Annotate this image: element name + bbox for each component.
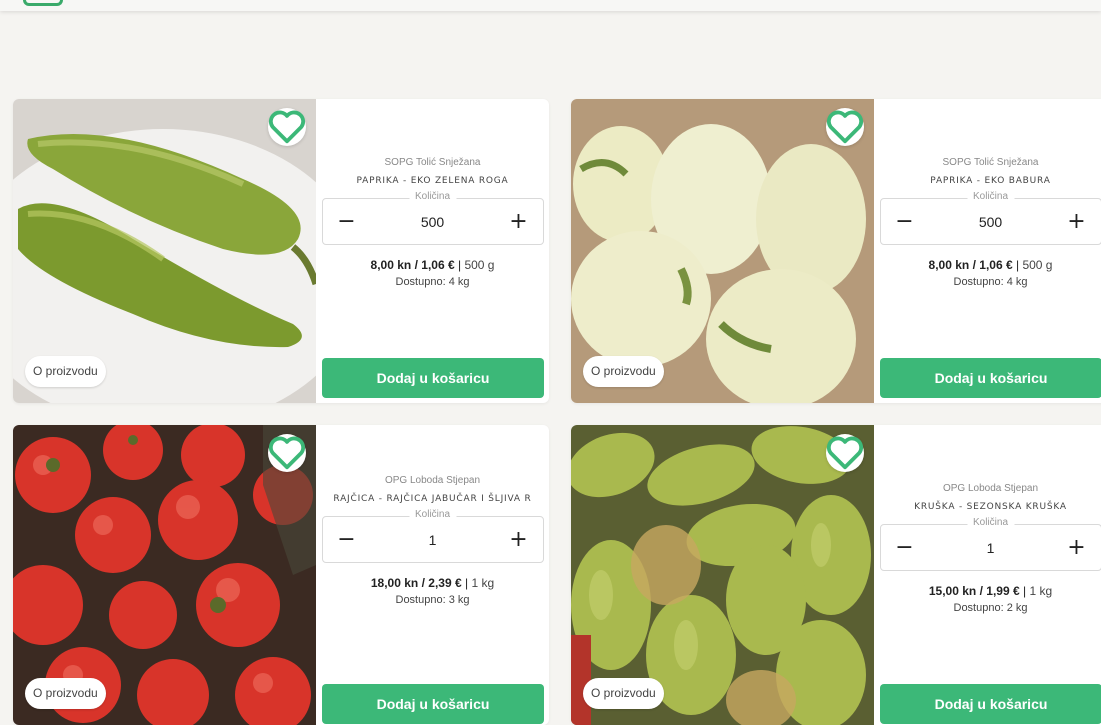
- quantity-label: Količina: [966, 191, 1015, 202]
- about-product-button[interactable]: O proizvodu: [25, 678, 106, 709]
- decrease-quantity-button[interactable]: −: [335, 210, 359, 233]
- increase-quantity-button[interactable]: +: [506, 210, 530, 233]
- product-info: SOPG Tolić Snježana PAPRIKA - EKO ZELENA…: [316, 99, 549, 403]
- quantity-stepper: Količina − 1 +: [321, 509, 544, 563]
- top-navbar: [0, 0, 1101, 11]
- favorite-button[interactable]: [826, 434, 864, 472]
- product-card: O proizvodu SOPG Tolić Snježana PAPRIKA …: [571, 99, 1101, 403]
- quantity-label: Količina: [966, 517, 1015, 528]
- price-unit: 500 g: [1022, 258, 1053, 272]
- product-name: KRUŠKA - SEZONSKA KRUŠKA: [914, 502, 1067, 512]
- add-to-cart-button[interactable]: Dodaj u košaricu: [880, 684, 1101, 724]
- quantity-value[interactable]: 500: [979, 214, 1002, 230]
- price-unit: 1 kg: [471, 576, 495, 590]
- price-kn: 8,00 kn: [370, 258, 412, 272]
- price-kn: 18,00 kn: [370, 576, 419, 590]
- about-product-button[interactable]: O proizvodu: [583, 678, 664, 709]
- product-card: O proizvodu OPG Loboda Stjepan RAJČICA -…: [13, 425, 549, 725]
- availability: Dostupno: 2 kg: [953, 602, 1028, 614]
- availability: Dostupno: 4 kg: [395, 276, 470, 288]
- product-card: O proizvodu OPG Loboda Stjepan KRUŠKA - …: [571, 425, 1101, 725]
- price-unit: 500 g: [464, 258, 495, 272]
- product-image-white-bell-peppers[interactable]: O proizvodu: [571, 99, 874, 403]
- product-name: PAPRIKA - EKO ZELENA ROGA: [356, 176, 509, 186]
- about-product-button[interactable]: O proizvodu: [583, 356, 664, 387]
- product-image-tomatoes[interactable]: O proizvodu: [13, 425, 316, 725]
- increase-quantity-button[interactable]: +: [1064, 536, 1088, 559]
- product-name: PAPRIKA - EKO BABURA: [930, 176, 1051, 186]
- add-to-cart-button[interactable]: Dodaj u košaricu: [880, 358, 1101, 398]
- product-info: OPG Loboda Stjepan KRUŠKA - SEZONSKA KRU…: [874, 425, 1101, 725]
- seller-name: OPG Loboda Stjepan: [384, 475, 481, 486]
- quantity-stepper: Količina − 500 +: [879, 191, 1101, 245]
- product-image-green-peppers[interactable]: O proizvodu: [13, 99, 316, 403]
- heart-icon: [269, 110, 305, 144]
- heart-icon: [827, 110, 863, 144]
- price-eur: 1,06 €: [421, 258, 455, 272]
- product-info: OPG Loboda Stjepan RAJČICA - RAJČICA JAB…: [316, 425, 549, 725]
- price-eur: 1,99 €: [986, 584, 1020, 598]
- add-to-cart-button[interactable]: Dodaj u košaricu: [322, 358, 544, 398]
- product-card: O proizvodu SOPG Tolić Snježana PAPRIKA …: [13, 99, 549, 403]
- price: 8,00 kn / 1,06 € | 500 g: [928, 258, 1053, 272]
- favorite-button[interactable]: [268, 108, 306, 146]
- decrease-quantity-button[interactable]: −: [893, 536, 917, 559]
- logo[interactable]: [23, 0, 63, 6]
- decrease-quantity-button[interactable]: −: [335, 528, 359, 551]
- availability: Dostupno: 3 kg: [395, 594, 470, 606]
- quantity-stepper: Količina − 1 +: [879, 517, 1101, 571]
- price: 8,00 kn / 1,06 € | 500 g: [370, 258, 495, 272]
- quantity-value[interactable]: 1: [987, 540, 995, 556]
- price-unit: 1 kg: [1029, 584, 1053, 598]
- increase-quantity-button[interactable]: +: [1064, 210, 1088, 233]
- add-to-cart-button[interactable]: Dodaj u košaricu: [322, 684, 544, 724]
- quantity-value[interactable]: 500: [421, 214, 444, 230]
- price: 18,00 kn / 2,39 € | 1 kg: [370, 576, 495, 590]
- availability: Dostupno: 4 kg: [953, 276, 1028, 288]
- quantity-label: Količina: [408, 191, 457, 202]
- seller-name: SOPG Tolić Snježana: [384, 157, 481, 168]
- heart-icon: [269, 436, 305, 470]
- increase-quantity-button[interactable]: +: [506, 528, 530, 551]
- quantity-label: Količina: [408, 509, 457, 520]
- price: 15,00 kn / 1,99 € | 1 kg: [928, 584, 1053, 598]
- product-info: SOPG Tolić Snježana PAPRIKA - EKO BABURA…: [874, 99, 1101, 403]
- product-name: RAJČICA - RAJČICA JABUČAR I ŠLJIVA R: [333, 494, 532, 504]
- price-eur: 2,39 €: [428, 576, 462, 590]
- product-image-pears[interactable]: O proizvodu: [571, 425, 874, 725]
- price-kn: 8,00 kn: [928, 258, 970, 272]
- favorite-button[interactable]: [826, 108, 864, 146]
- decrease-quantity-button[interactable]: −: [893, 210, 917, 233]
- heart-icon: [827, 436, 863, 470]
- quantity-stepper: Količina − 500 +: [321, 191, 544, 245]
- quantity-value[interactable]: 1: [429, 532, 437, 548]
- favorite-button[interactable]: [268, 434, 306, 472]
- price-kn: 15,00 kn: [928, 584, 977, 598]
- price-eur: 1,06 €: [979, 258, 1013, 272]
- seller-name: OPG Loboda Stjepan: [942, 483, 1039, 494]
- seller-name: SOPG Tolić Snježana: [942, 157, 1039, 168]
- about-product-button[interactable]: O proizvodu: [25, 356, 106, 387]
